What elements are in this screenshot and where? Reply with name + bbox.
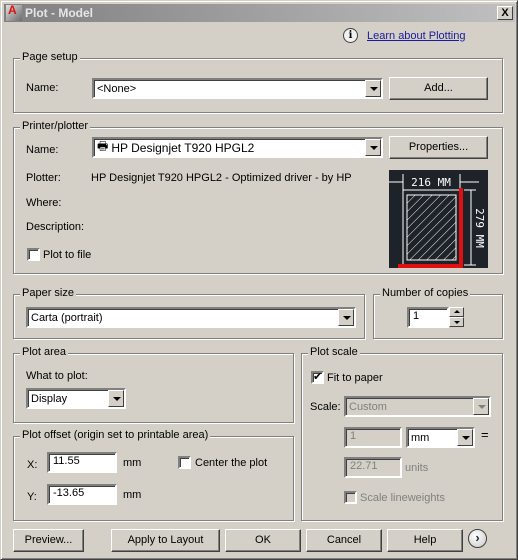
plotter-value: HP Designjet T920 HPGL2 - Optimized driv…: [91, 172, 352, 184]
page-setup-name-select[interactable]: <None>: [92, 78, 383, 99]
printer-icon: 🖶: [97, 139, 109, 153]
page-setup-name-label: Name:: [26, 82, 59, 94]
description-label: Description:: [26, 221, 85, 233]
scale-label: Scale:: [310, 401, 341, 413]
chevron-down-icon[interactable]: [108, 390, 124, 407]
cancel-button[interactable]: Cancel: [306, 529, 382, 552]
learn-about-plotting-link[interactable]: Learn about Plotting: [367, 30, 465, 42]
page-setup-legend: Page setup: [20, 51, 80, 63]
plot-offset-group: Plot offset (origin set to printable are…: [13, 429, 294, 521]
autocad-app-icon: A: [6, 3, 22, 21]
what-to-plot-label: What to plot:: [26, 370, 88, 382]
margin-indicator-bottom: [398, 264, 463, 268]
add-page-setup-button[interactable]: Add...: [389, 77, 488, 100]
scale-select[interactable]: Custom: [344, 396, 491, 417]
paper-size-select[interactable]: Carta (portrait): [26, 307, 356, 328]
what-to-plot-value: Display: [31, 392, 68, 405]
title-bar: A Plot - Model X: [4, 3, 515, 22]
offset-y-unit: mm: [123, 489, 142, 501]
spin-up-icon[interactable]: [449, 307, 464, 317]
units-label: units: [405, 462, 429, 474]
offset-y-label: Y:: [27, 491, 37, 503]
plot-to-file-checkbox[interactable]: [27, 248, 40, 261]
properties-button[interactable]: Properties...: [389, 136, 488, 159]
more-options-icon[interactable]: ›: [468, 529, 487, 548]
scale-lineweights-checkbox[interactable]: [344, 491, 357, 504]
help-button[interactable]: Help: [387, 529, 463, 552]
help-link-row: i Learn about Plotting: [343, 28, 465, 43]
equals-sign: =: [481, 427, 489, 442]
page-setup-name-value: <None>: [97, 82, 137, 95]
paper-preview-graphic: 216 MM 279 MM: [389, 174, 486, 268]
chevron-down-icon[interactable]: [365, 80, 381, 97]
chevron-down-icon[interactable]: [473, 398, 489, 415]
close-button[interactable]: X: [497, 6, 513, 20]
paper-size-legend: Paper size: [20, 287, 76, 299]
plot-area-legend: Plot area: [20, 346, 69, 358]
copies-input[interactable]: 1: [407, 307, 449, 328]
center-plot-label: Center the plot: [195, 457, 268, 469]
offset-x-unit: mm: [123, 457, 142, 469]
what-to-plot-select[interactable]: Display: [26, 388, 126, 409]
printer-name-label: Name:: [26, 144, 59, 156]
paper-size-value: Carta (portrait): [31, 311, 103, 324]
scale-unit-select[interactable]: mm: [406, 427, 475, 448]
info-icon: i: [343, 28, 358, 43]
window-title: Plot - Model: [25, 6, 93, 20]
scale-value: Custom: [349, 400, 387, 413]
where-label: Where:: [26, 197, 62, 209]
scale-lineweights-label: Scale lineweights: [360, 492, 445, 504]
printer-name-select[interactable]: 🖶 HP Designjet T920 HPGL2: [92, 137, 383, 158]
printer-plotter-legend: Printer/plotter: [20, 120, 91, 132]
fit-to-paper-checkbox[interactable]: ✔: [311, 371, 324, 384]
scale-ratio-input[interactable]: 1: [344, 427, 402, 448]
chevron-down-icon[interactable]: [338, 309, 354, 326]
number-of-copies-legend: Number of copies: [380, 287, 471, 299]
chevron-down-icon[interactable]: [365, 139, 381, 156]
preview-width-label: 216 MM: [411, 176, 451, 189]
apply-to-layout-button[interactable]: Apply to Layout: [111, 529, 220, 552]
offset-x-label: X:: [27, 459, 38, 471]
printer-name-value: HP Designjet T920 HPGL2: [111, 140, 255, 155]
offset-x-input[interactable]: 11.55: [47, 452, 117, 473]
offset-y-input[interactable]: -13.65: [47, 484, 117, 505]
center-plot-checkbox[interactable]: [178, 456, 191, 469]
ok-button[interactable]: OK: [225, 529, 301, 552]
copies-spinner[interactable]: [449, 307, 464, 327]
margin-indicator-right: [459, 188, 463, 268]
plotter-label: Plotter:: [26, 172, 61, 184]
spin-down-icon[interactable]: [449, 317, 464, 327]
chevron-down-icon[interactable]: [457, 429, 473, 446]
paper-preview: 216 MM 279 MM: [389, 170, 488, 268]
preview-button[interactable]: Preview...: [13, 529, 84, 552]
printable-area: [406, 194, 457, 261]
scale-unit-value: mm: [411, 431, 430, 444]
scale-units-input[interactable]: 22.71: [344, 457, 402, 478]
plot-scale-legend: Plot scale: [308, 346, 360, 358]
plot-to-file-label: Plot to file: [43, 249, 92, 261]
plot-offset-legend: Plot offset (origin set to printable are…: [20, 429, 211, 441]
plot-dialog: A Plot - Model X i Learn about Plotting …: [0, 0, 518, 560]
fit-to-paper-label: Fit to paper: [327, 372, 383, 384]
preview-height-label: 279 MM: [473, 208, 486, 248]
